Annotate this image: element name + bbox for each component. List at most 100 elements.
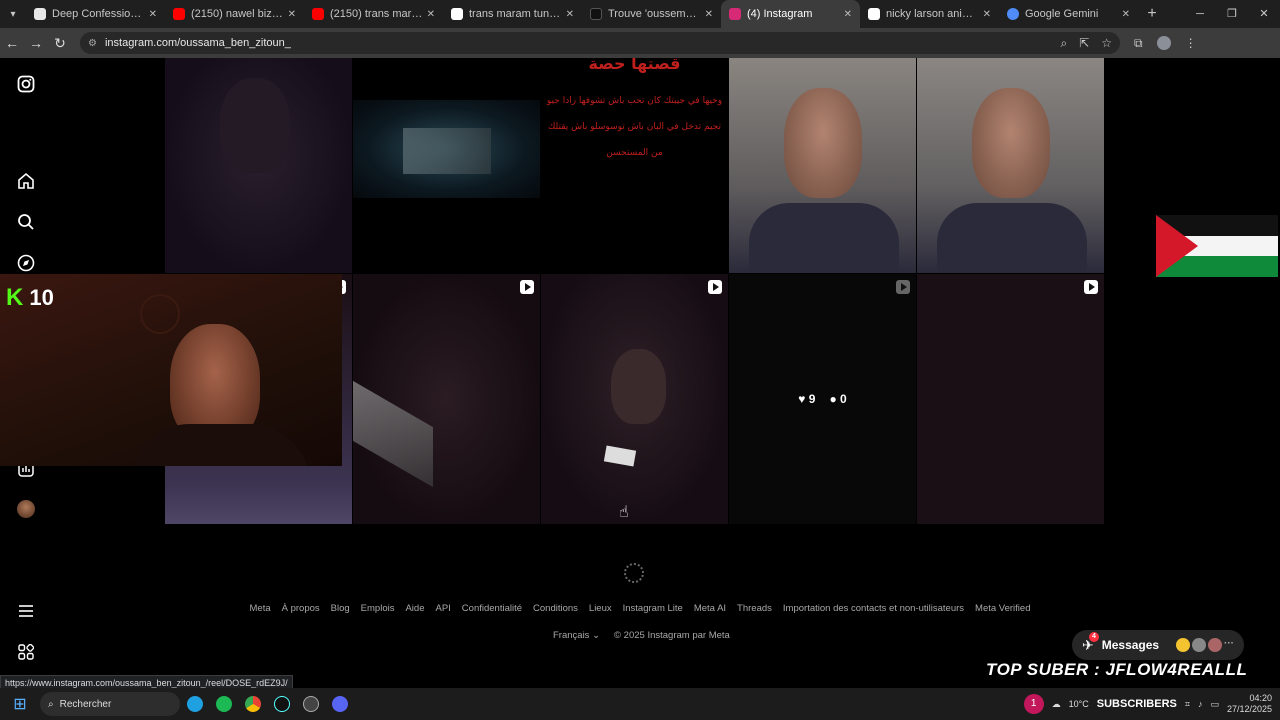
browser-menu-icon[interactable]: ⋮: [1185, 36, 1197, 50]
notification-badge[interactable]: 1: [1023, 694, 1044, 714]
tab-7[interactable]: Google Gemini ✕: [999, 0, 1138, 28]
arabic-line: من المستحسن: [606, 148, 663, 158]
address-bar-row: ← → ↻ ⚙ instagram.com/oussama_ben_zitoun…: [0, 28, 1280, 58]
minimize-icon[interactable]: ─: [1184, 0, 1216, 28]
reel-icon: [708, 280, 722, 294]
close-icon[interactable]: ✕: [844, 9, 852, 20]
footer-link[interactable]: Aide: [405, 603, 424, 614]
explore-icon[interactable]: [16, 253, 36, 273]
footer-link[interactable]: Confidentialité: [462, 603, 522, 614]
post-thumbnail[interactable]: [165, 58, 352, 273]
discord-icon[interactable]: [326, 690, 354, 718]
windows-start-icon[interactable]: ⊞: [0, 694, 40, 714]
instagram-logo-icon[interactable]: [16, 74, 36, 94]
webcam-overlay: K 10: [0, 274, 342, 466]
person-shirt: [749, 203, 899, 273]
footer-link[interactable]: Conditions: [533, 603, 578, 614]
footer-link[interactable]: À propos: [282, 603, 320, 614]
back-icon[interactable]: ←: [0, 35, 24, 51]
maximize-icon[interactable]: ❐: [1216, 0, 1248, 28]
tab-label: (2150) trans maram tunisi: [330, 8, 423, 20]
message-avatars: ···: [1176, 638, 1234, 652]
tab-search-icon[interactable]: ▾: [0, 0, 26, 28]
zoom-icon[interactable]: ⌕: [1060, 36, 1067, 51]
post-thumbnail[interactable]: [729, 58, 916, 273]
footer-link[interactable]: Importation des contacts et non-utilisat…: [783, 603, 964, 614]
footer-link[interactable]: Threads: [737, 603, 772, 614]
battery-icon[interactable]: ▭: [1210, 699, 1219, 710]
post-thumbnail[interactable]: [541, 274, 728, 524]
footer-link[interactable]: Meta Verified: [975, 603, 1030, 614]
clock[interactable]: 04:20 27/12/2025: [1227, 693, 1272, 715]
arabic-title: قصتها حصة: [588, 58, 681, 73]
footer-link[interactable]: Emplois: [361, 603, 395, 614]
footer-link[interactable]: Instagram Lite: [623, 603, 683, 614]
close-icon[interactable]: ✕: [983, 9, 991, 20]
spotify-icon[interactable]: [210, 690, 238, 718]
network-icon[interactable]: ⌗: [1185, 699, 1190, 710]
tab-label: Google Gemini: [1025, 8, 1099, 20]
post-thumbnail[interactable]: ♥ 9 ● 0: [729, 274, 916, 524]
footer-link[interactable]: Blog: [331, 603, 350, 614]
extensions-icon[interactable]: ⧉: [1134, 36, 1143, 51]
post-thumbnail[interactable]: [917, 274, 1104, 524]
new-tab-button[interactable]: +: [1138, 5, 1166, 23]
close-icon[interactable]: ✕: [1122, 9, 1130, 20]
more-icon: ···: [1224, 638, 1234, 649]
tab-3[interactable]: trans maram tunisien - Go ✕: [443, 0, 582, 28]
profile-avatar-icon[interactable]: [1156, 36, 1171, 50]
messages-button[interactable]: ✈ 4 Messages ···: [1072, 630, 1244, 660]
volume-icon[interactable]: ♪: [1198, 699, 1203, 709]
youtube-icon: [312, 8, 324, 20]
chevron-down-icon: ⌄: [592, 630, 601, 641]
profile-avatar[interactable]: [16, 499, 36, 519]
post-thumbnail[interactable]: [353, 58, 540, 273]
tab-label: trans maram tunisien - Go: [469, 8, 562, 20]
app-icon[interactable]: [297, 690, 325, 718]
arabic-line: وخيها في جيبتك كان تحب باش تشوفها زادا ج…: [546, 96, 723, 106]
footer-link[interactable]: Lieux: [589, 603, 612, 614]
post-thumbnail[interactable]: [353, 274, 540, 524]
site-info-icon[interactable]: ⚙: [88, 38, 97, 49]
close-icon[interactable]: ✕: [288, 9, 296, 20]
install-icon[interactable]: ⇱: [1079, 36, 1089, 51]
person-face: [611, 349, 666, 424]
tab-6[interactable]: nicky larson anime - Goog ✕: [860, 0, 999, 28]
footer-link[interactable]: Meta AI: [694, 603, 726, 614]
person-face: [972, 88, 1050, 198]
close-icon[interactable]: ✕: [705, 9, 713, 20]
reload-icon[interactable]: ↻: [48, 35, 72, 52]
taskbar-search[interactable]: ⌕ Rechercher: [40, 692, 180, 716]
footer-link[interactable]: Meta: [250, 603, 271, 614]
tab-5[interactable]: (4) Instagram ✕: [721, 0, 860, 28]
close-icon[interactable]: ✕: [149, 9, 157, 20]
forward-icon[interactable]: →: [24, 35, 48, 51]
tab-strip: ▾ Deep Confessions Podcas ✕ (2150) nawel …: [0, 0, 1280, 28]
tab-4[interactable]: Trouve 'oussema ben zito ✕: [582, 0, 721, 28]
post-hover-stats: ♥ 9 ● 0: [729, 274, 916, 524]
close-icon[interactable]: ✕: [566, 9, 574, 20]
post-thumbnail[interactable]: قصتها حصة وخيها في جيبتك كان تحب باش تشو…: [541, 58, 728, 273]
tab-label: (4) Instagram: [747, 8, 813, 20]
also-from-meta-icon[interactable]: [16, 642, 36, 662]
search-icon[interactable]: [16, 212, 36, 232]
edge-icon[interactable]: [181, 690, 209, 718]
phone-light: [603, 445, 637, 467]
messages-label: Messages: [1101, 638, 1160, 652]
tab-0[interactable]: Deep Confessions Podcas ✕: [26, 0, 165, 28]
home-icon[interactable]: [16, 171, 36, 191]
close-window-icon[interactable]: ✕: [1248, 0, 1280, 28]
footer-link[interactable]: API: [435, 603, 450, 614]
streamer-shirt: [130, 424, 310, 466]
post-thumbnail[interactable]: [917, 58, 1104, 273]
wall-clock: [140, 294, 180, 334]
tab-2[interactable]: (2150) trans maram tunisi ✕: [304, 0, 443, 28]
chrome-icon[interactable]: [239, 690, 267, 718]
language-select[interactable]: Français ⌄: [553, 630, 600, 641]
close-icon[interactable]: ✕: [427, 9, 435, 20]
tab-1[interactable]: (2150) nawel bizid - YouTu ✕: [165, 0, 304, 28]
url-input[interactable]: ⚙ instagram.com/oussama_ben_zitoun_ ⌕ ⇱ …: [80, 32, 1120, 54]
tiktok-icon[interactable]: [268, 690, 296, 718]
tab-label: nicky larson anime - Goog: [886, 8, 979, 20]
bookmark-star-icon[interactable]: ☆: [1101, 36, 1112, 51]
